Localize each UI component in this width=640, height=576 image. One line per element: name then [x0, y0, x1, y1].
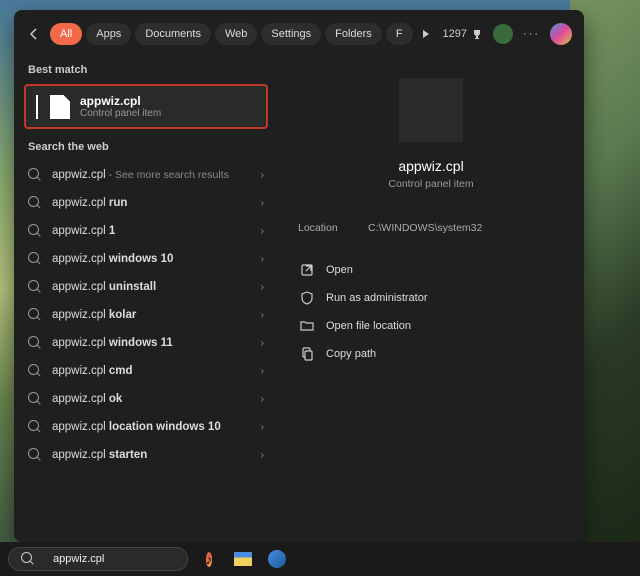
web-result-item[interactable]: appwiz.cpl cmd ›	[24, 357, 268, 385]
chevron-right-icon[interactable]: ›	[261, 254, 264, 265]
search-icon	[28, 308, 42, 322]
web-result-item[interactable]: appwiz.cpl location windows 10 ›	[24, 413, 268, 441]
web-result-text: appwiz.cpl starten	[52, 449, 257, 461]
trophy-icon	[471, 28, 483, 40]
selection-indicator	[36, 95, 38, 119]
tab-more-f[interactable]: F	[386, 23, 413, 45]
folder-icon	[300, 319, 314, 333]
search-icon	[28, 252, 42, 266]
action-open[interactable]: Open	[298, 258, 564, 282]
search-results-panel: All Apps Documents Web Settings Folders …	[14, 10, 584, 542]
best-match-subtitle: Control panel item	[80, 108, 161, 119]
tab-apps[interactable]: Apps	[86, 23, 131, 45]
search-icon	[28, 336, 42, 350]
web-result-item[interactable]: appwiz.cpl - See more search results ›	[24, 161, 268, 189]
chevron-right-icon[interactable]: ›	[261, 422, 264, 433]
chevron-right-icon[interactable]: ›	[261, 366, 264, 377]
search-icon	[28, 448, 42, 462]
taskbar-app-amd[interactable]: ♪	[196, 546, 222, 572]
rewards-score[interactable]: 1297	[443, 28, 483, 40]
copy-icon	[300, 347, 314, 361]
web-result-text: appwiz.cpl ok	[52, 393, 257, 405]
web-result-text: appwiz.cpl uninstall	[52, 281, 257, 293]
action-list: Open Run as administrator Open file locati…	[298, 258, 564, 366]
location-row: Location C:\WINDOWS\system32	[298, 222, 564, 234]
web-result-item[interactable]: appwiz.cpl windows 11 ›	[24, 329, 268, 357]
search-icon	[28, 392, 42, 406]
header-right: 1297 ···	[443, 23, 572, 45]
score-value: 1297	[443, 28, 467, 40]
chevron-right-icon[interactable]: ›	[261, 450, 264, 461]
web-result-text: appwiz.cpl windows 11	[52, 337, 257, 349]
action-copy[interactable]: Copy path	[298, 342, 564, 366]
search-icon	[28, 196, 42, 210]
more-options[interactable]: ···	[523, 28, 540, 40]
action-admin[interactable]: Run as administrator	[298, 286, 564, 310]
tab-settings[interactable]: Settings	[261, 23, 321, 45]
search-icon	[28, 280, 42, 294]
best-match-label: Best match	[28, 64, 264, 76]
web-results-list: appwiz.cpl - See more search results›app…	[24, 161, 268, 469]
tab-all[interactable]: All	[50, 23, 82, 45]
best-match-title: appwiz.cpl	[80, 94, 161, 108]
preview-title: appwiz.cpl	[398, 158, 463, 174]
preview-subtitle: Control panel item	[388, 178, 473, 190]
tab-documents[interactable]: Documents	[135, 23, 211, 45]
filter-tabs: All Apps Documents Web Settings Folders …	[50, 23, 435, 45]
search-web-label: Search the web	[28, 141, 264, 153]
search-icon	[21, 552, 35, 566]
user-avatar[interactable]	[493, 24, 513, 44]
action-label: Open	[326, 264, 353, 276]
search-input-value: appwiz.cpl	[53, 553, 104, 565]
preview-pane: appwiz.cpl Control panel item Location C…	[278, 58, 584, 542]
web-result-item[interactable]: appwiz.cpl kolar ›	[24, 301, 268, 329]
web-result-text: appwiz.cpl location windows 10	[52, 421, 257, 433]
preview-thumbnail	[399, 78, 463, 142]
web-result-text: appwiz.cpl windows 10	[52, 253, 257, 265]
web-result-item[interactable]: appwiz.cpl starten ›	[24, 441, 268, 469]
admin-icon	[300, 291, 314, 305]
location-label: Location	[298, 222, 368, 234]
file-icon	[50, 95, 70, 119]
web-result-text: appwiz.cpl run	[52, 197, 257, 209]
tab-folders[interactable]: Folders	[325, 23, 382, 45]
search-icon	[28, 364, 42, 378]
panel-header: All Apps Documents Web Settings Folders …	[14, 10, 584, 58]
action-label: Open file location	[326, 320, 411, 332]
web-result-text: appwiz.cpl - See more search results	[52, 169, 257, 181]
chevron-right-icon[interactable]: ›	[261, 338, 264, 349]
web-result-item[interactable]: appwiz.cpl uninstall ›	[24, 273, 268, 301]
web-result-item[interactable]: appwiz.cpl ok ›	[24, 385, 268, 413]
chevron-right-icon[interactable]: ›	[261, 394, 264, 405]
tabs-scroll-right[interactable]	[417, 29, 435, 39]
taskbar-app-edge[interactable]	[264, 546, 290, 572]
action-folder[interactable]: Open file location	[298, 314, 564, 338]
results-left-column: Best match appwiz.cpl Control panel item…	[14, 58, 278, 542]
taskbar: appwiz.cpl ♪	[0, 542, 640, 576]
search-icon	[28, 224, 42, 238]
back-button[interactable]	[26, 20, 42, 48]
chevron-right-icon[interactable]: ›	[261, 282, 264, 293]
location-value: C:\WINDOWS\system32	[368, 222, 482, 234]
web-result-item[interactable]: appwiz.cpl windows 10 ›	[24, 245, 268, 273]
tab-web[interactable]: Web	[215, 23, 257, 45]
web-result-item[interactable]: appwiz.cpl run ›	[24, 189, 268, 217]
chevron-right-icon[interactable]: ›	[261, 198, 264, 209]
web-result-text: appwiz.cpl kolar	[52, 309, 257, 321]
chevron-right-icon[interactable]: ›	[261, 310, 264, 321]
search-icon	[28, 168, 42, 182]
taskbar-search-box[interactable]: appwiz.cpl	[8, 547, 188, 571]
best-match-result[interactable]: appwiz.cpl Control panel item	[24, 84, 268, 129]
action-label: Copy path	[326, 348, 376, 360]
web-result-text: appwiz.cpl cmd	[52, 365, 257, 377]
copilot-icon[interactable]	[550, 23, 572, 45]
open-icon	[300, 263, 314, 277]
search-icon	[28, 420, 42, 434]
web-result-text: appwiz.cpl 1	[52, 225, 257, 237]
web-result-item[interactable]: appwiz.cpl 1 ›	[24, 217, 268, 245]
taskbar-app-explorer[interactable]	[230, 546, 256, 572]
chevron-right-icon[interactable]: ›	[261, 226, 264, 237]
chevron-right-icon[interactable]: ›	[261, 170, 264, 181]
action-label: Run as administrator	[326, 292, 428, 304]
